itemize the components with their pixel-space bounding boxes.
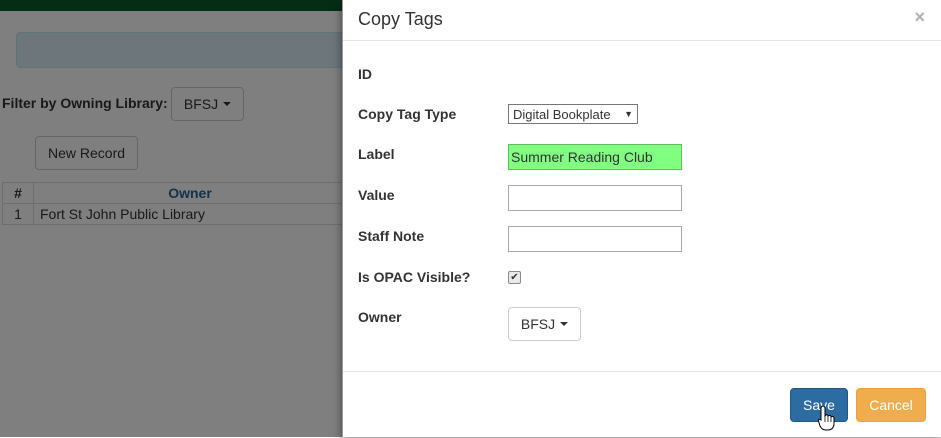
copy-tag-type-label: Copy Tag Type [358, 106, 457, 122]
hand-pointer-icon [818, 405, 835, 431]
copy-tags-modal: Copy Tags × ID Copy Tag Type Digital Boo… [342, 0, 941, 437]
opac-visible-checkbox[interactable]: ✔ [508, 271, 521, 284]
copy-tag-type-select[interactable]: Digital Bookplate ▼ [508, 104, 638, 124]
id-label: ID [358, 66, 372, 82]
modal-title: Copy Tags [358, 9, 443, 29]
owner-value: BFSJ [520, 316, 556, 332]
value-input[interactable] [508, 185, 682, 211]
close-icon[interactable]: × [914, 7, 925, 28]
owner-dropdown[interactable]: BFSJ [508, 307, 581, 341]
select-arrow-icon: ▼ [624, 109, 633, 119]
checkmark-icon: ✔ [510, 272, 519, 283]
staff-note-label: Staff Note [358, 228, 425, 244]
modal-footer: Save Cancel [343, 371, 941, 438]
owner-label: Owner [358, 309, 402, 325]
opac-visible-label: Is OPAC Visible? [358, 269, 471, 285]
label-field-label: Label [358, 146, 395, 162]
label-input[interactable] [508, 144, 682, 170]
copy-tag-type-value: Digital Bookplate [513, 106, 611, 122]
modal-header: Copy Tags × [343, 0, 941, 41]
staff-note-input[interactable] [508, 226, 682, 252]
cancel-label: Cancel [869, 397, 913, 413]
cancel-button[interactable]: Cancel [856, 388, 926, 422]
value-field-label: Value [358, 187, 395, 203]
caret-down-icon [560, 322, 569, 326]
